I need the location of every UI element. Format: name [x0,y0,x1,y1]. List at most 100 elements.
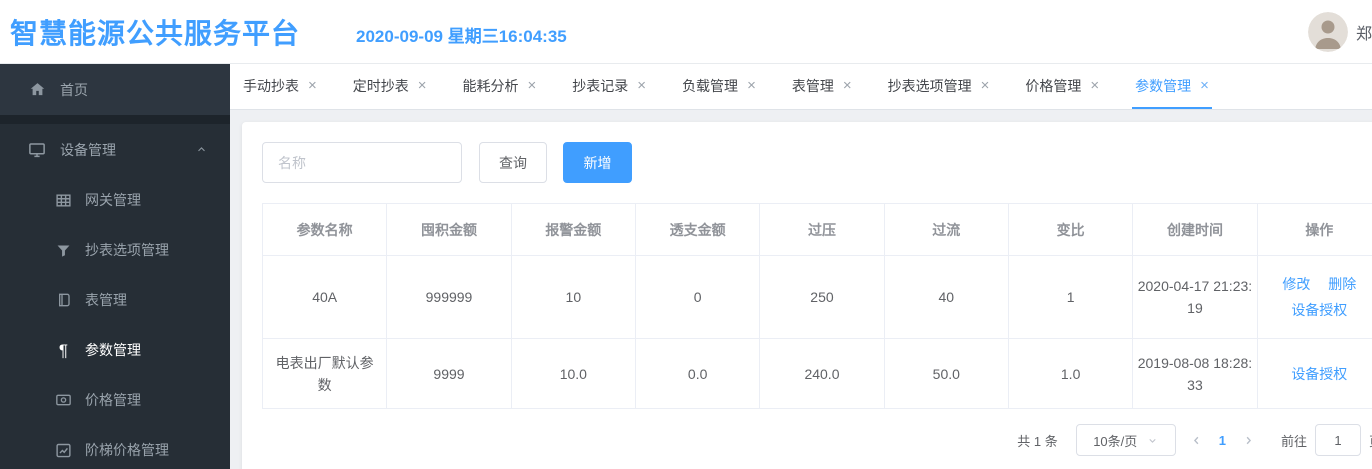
sidebar-item-tiered-price-management[interactable]: 阶梯价格管理 [0,425,230,469]
device-authorize-link[interactable]: 设备授权 [1291,366,1347,382]
column-header-ratio: 变比 [1007,203,1134,256]
device-authorize-link[interactable]: 设备授权 [1291,302,1347,318]
app-title: 智慧能源公共服务平台 [10,17,301,49]
total-count: 共 1 条 [1017,433,1058,449]
goto-label: 前往 [1280,433,1307,449]
book-icon [55,291,72,309]
sidebar-item-meter-reading-options[interactable]: 抄表选项管理 [0,225,230,275]
prev-page-button[interactable] [1190,434,1203,447]
tab-close-icon[interactable]: × [747,77,756,94]
column-header-parameter-name: 参数名称 [261,203,388,256]
tab-manual-meter-reading[interactable]: 手动抄表 × [240,65,320,109]
tab-label: 参数管理 [1135,77,1192,94]
header-datetime: 2020-09-09 星期三16:04:35 [356,27,567,46]
sidebar-item-parameter-management[interactable]: ¶ 参数管理 [0,325,230,375]
sidebar-item-label: 首页 [60,81,88,98]
home-icon [28,81,46,99]
column-header-alarm-amount: 报警金额 [510,203,636,256]
tab-label: 能耗分析 [462,77,519,94]
search-input[interactable] [262,142,462,183]
line-chart-icon [55,441,72,459]
tab-close-icon[interactable]: × [843,77,852,94]
column-header-created-time: 创建时间 [1132,203,1258,256]
table-header-row: 参数名称 囤积金额 报警金额 透支金额 过压 过流 变比 创建时间 操作 [261,203,1372,256]
sidebar-item-label: 抄表选项管理 [85,242,169,258]
sidebar-item-price-management[interactable]: 价格管理 [0,375,230,425]
table-cell: 1.0 [1007,338,1134,409]
sidebar-item-label: 表管理 [85,292,127,308]
monitor-icon [28,141,46,159]
next-page-button[interactable] [1242,434,1255,447]
table-cell: 10 [510,255,636,339]
table-cell: 9999 [386,338,512,409]
tab-label: 手动抄表 [243,77,299,94]
tab-bar: 手动抄表 × 定时抄表 × 能耗分析 × 抄表记录 × 负载管理 × 表管理 × [230,64,1372,110]
table-cell: 0.0 [634,338,761,409]
username: 郑 [1355,25,1372,43]
table-cell: 999999 [386,255,512,339]
screen: 智慧能源公共服务平台 2020-09-09 星期三16:04:35 郑 首页 设… [0,0,1372,469]
tab-label: 价格管理 [1025,77,1082,94]
tab-label: 负载管理 [682,77,739,94]
table-cell: 250 [759,255,885,339]
chevron-up-icon[interactable] [195,143,208,156]
tab-close-icon[interactable]: × [418,77,427,94]
tab-energy-analysis[interactable]: 能耗分析 × [460,65,540,109]
content-area: 查询 新增 参数名称 囤积金额 报警金额 透支金额 过压 过流 变比 [230,110,1372,469]
tab-meter-reading-records[interactable]: 抄表记录 × [569,65,649,109]
table-cell: 40A [261,255,388,339]
goto-page-input[interactable] [1314,424,1361,456]
app-header: 智慧能源公共服务平台 2020-09-09 星期三16:04:35 郑 [0,0,1372,64]
table-cell: 50.0 [883,338,1009,409]
delete-link[interactable]: 删除 [1328,276,1356,292]
filter-icon [55,241,72,259]
sidebar-divider [0,115,230,124]
sidebar-item-label: 参数管理 [85,342,141,358]
tab-close-icon[interactable]: × [637,77,646,94]
column-header-operations: 操作 [1256,203,1372,256]
tab-close-icon[interactable]: × [1200,77,1209,94]
tab-meter-management[interactable]: 表管理 × [789,65,855,109]
tab-scheduled-meter-reading[interactable]: 定时抄表 × [350,65,430,109]
tab-close-icon[interactable]: × [528,77,537,94]
page-size-select[interactable]: 10条/页 [1075,424,1176,456]
operations-cell: 设备授权 [1256,338,1372,409]
edit-link[interactable]: 修改 [1282,276,1310,292]
pagination: 共 1 条 10条/页 1 前往 页 [262,424,1372,456]
grid-icon [55,191,72,209]
sidebar-item-home[interactable]: 首页 [0,64,230,115]
operations-cell: 修改 删除 设备授权 [1256,255,1372,339]
table-cell: 10.0 [510,338,636,409]
sidebar-item-label: 网关管理 [85,192,141,208]
tab-label: 表管理 [791,77,834,94]
page-number-1[interactable]: 1 [1219,433,1226,448]
sidebar-item-device-management[interactable]: 设备管理 [0,124,230,175]
table-cell: 0 [634,255,761,339]
main-area: 手动抄表 × 定时抄表 × 能耗分析 × 抄表记录 × 负载管理 × 表管理 × [230,64,1372,469]
sidebar-item-meter-management[interactable]: 表管理 [0,275,230,325]
tab-close-icon[interactable]: × [308,77,317,94]
table-cell: 1 [1007,255,1134,339]
tab-close-icon[interactable]: × [981,77,990,94]
tab-parameter-management[interactable]: 参数管理 × [1132,65,1212,109]
tab-close-icon[interactable]: × [1090,77,1099,94]
sidebar-item-label: 阶梯价格管理 [85,442,169,458]
parameters-table: 参数名称 囤积金额 报警金额 透支金额 过压 过流 变比 创建时间 操作 40A… [261,203,1372,409]
chevron-right-icon [1246,436,1252,444]
table-cell-created-time: 2019-08-08 18:28:33 [1132,338,1258,409]
user-menu[interactable]: 郑 [1307,11,1372,52]
tab-price-management[interactable]: 价格管理 × [1022,65,1102,109]
chevron-down-icon [1149,438,1156,443]
toolbar: 查询 新增 [262,142,1372,183]
avatar[interactable] [1307,11,1348,52]
column-header-overdraft-amount: 透支金额 [634,203,761,256]
sidebar-item-gateway-management[interactable]: 网关管理 [0,175,230,225]
table-row: 电表出厂默认参数 9999 10.0 0.0 240.0 50.0 1.0 20… [261,338,1372,409]
tab-meter-reading-options-management[interactable]: 抄表选项管理 × [885,65,993,109]
add-button[interactable]: 新增 [563,142,632,183]
column-header-overvoltage: 过压 [759,203,885,256]
content-panel: 查询 新增 参数名称 囤积金额 报警金额 透支金额 过压 过流 变比 [242,122,1372,469]
tab-load-management[interactable]: 负载管理 × [679,65,759,109]
pilcrow-icon: ¶ [58,340,69,360]
query-button[interactable]: 查询 [479,142,547,183]
